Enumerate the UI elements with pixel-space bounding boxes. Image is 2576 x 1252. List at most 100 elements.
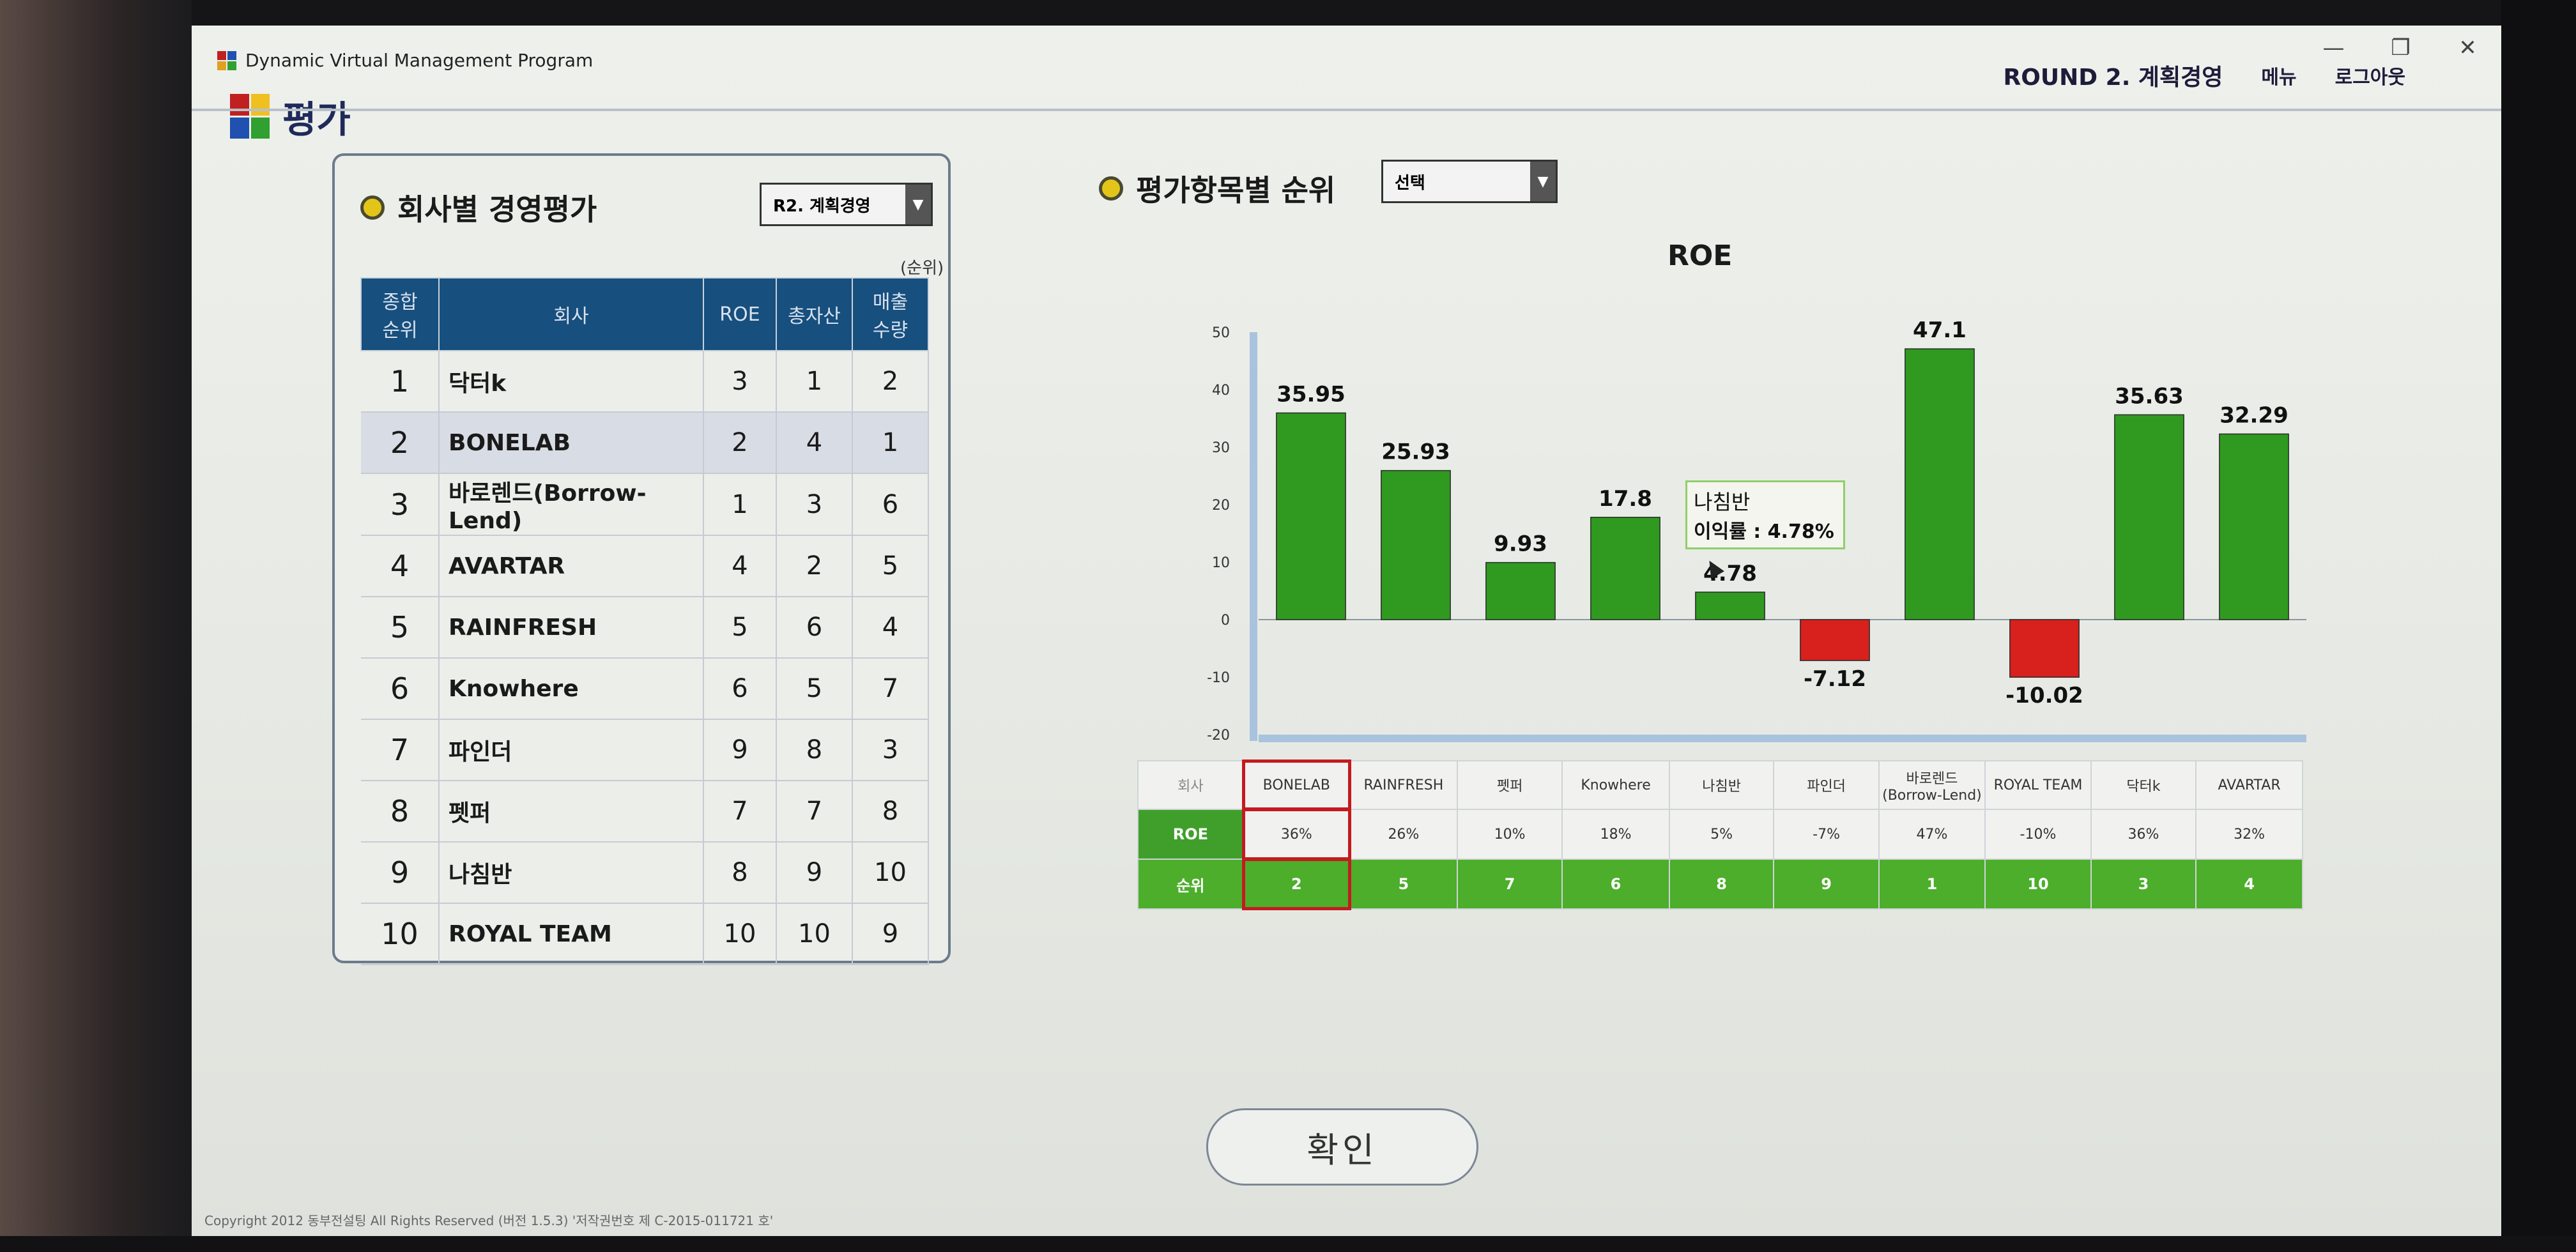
logout-link[interactable]: 로그아웃: [2335, 61, 2405, 89]
summary-roe-cell: -10%: [1984, 809, 2092, 860]
summary-roe-cell: -7%: [1773, 809, 1880, 860]
bar-value-label: -7.12: [1804, 666, 1866, 692]
summary-company-cell: 나침반: [1668, 760, 1775, 810]
bar: [1590, 517, 1660, 620]
roe-cell: 10: [703, 903, 777, 965]
x-axis-strip: [1259, 735, 2306, 742]
roe-cell: 4: [703, 535, 777, 597]
assets-cell: 1: [776, 351, 853, 413]
chart-title: ROE: [1667, 240, 1733, 272]
confirm-button[interactable]: 확인: [1206, 1108, 1478, 1186]
bar: [2009, 619, 2080, 678]
round-select[interactable]: R2. 계획경영 ▼: [760, 183, 933, 226]
table-row: 6 Knowhere 6 5 7: [361, 658, 929, 720]
summary-company-cell: RAINFRESH: [1349, 760, 1458, 810]
bar: [1381, 470, 1451, 620]
summary-rank-cell: 2: [1241, 858, 1351, 910]
company-cell: 바로렌드(Borrow-Lend): [439, 473, 704, 536]
rank-cell: 3: [361, 473, 440, 536]
bullet-icon: [360, 195, 385, 220]
company-evaluation-label: 회사별 경영평가: [397, 192, 597, 227]
summary-rank-cell: 6: [1561, 859, 1670, 910]
summary-roe-cell: 18%: [1561, 809, 1670, 860]
chevron-down-icon: ▼: [905, 185, 931, 224]
y-tick-label: -10: [1207, 670, 1230, 686]
roe-cell: 2: [703, 412, 777, 474]
table-row: 4 AVARTAR 4 2 5: [361, 535, 929, 597]
summary-rank-cell: 10: [1984, 859, 2092, 910]
assets-cell: 8: [776, 719, 853, 781]
header-roe: ROE: [703, 277, 777, 351]
bar: [1800, 619, 1870, 661]
sales-cell: 3: [852, 719, 929, 781]
page-title: 평가: [282, 98, 351, 141]
bezel-top: [0, 0, 2576, 26]
bar: [1905, 348, 1975, 620]
bar-value-label: 9.93: [1494, 531, 1547, 557]
company-cell: RAINFRESH: [439, 597, 704, 659]
summary-rank-cell: 1: [1878, 859, 1986, 910]
y-axis-strip: [1250, 332, 1257, 741]
summary-company-cell: ROYAL TEAM: [1984, 760, 2092, 810]
bezel-bottom: [0, 1236, 2576, 1252]
roe-cell: 9: [703, 719, 777, 781]
bar: [1276, 412, 1346, 620]
rank-cell: 9: [361, 842, 440, 904]
item-select[interactable]: 선택 ▼: [1381, 160, 1558, 203]
company-evaluation-panel: 회사별 경영평가 R2. 계획경영 ▼ (순위) 종합 순위 회사 ROE 총자…: [332, 153, 951, 965]
summary-company-cell: AVARTAR: [2195, 760, 2303, 810]
sales-cell: 6: [852, 473, 929, 536]
y-tick-label: 20: [1212, 498, 1230, 514]
close-icon[interactable]: ✕: [2434, 26, 2501, 70]
bar: [1485, 561, 1556, 620]
titlebar: Dynamic Virtual Management Program: [217, 50, 593, 71]
table-row: 3 바로렌드(Borrow-Lend) 1 3 6: [361, 473, 929, 536]
roe-cell: 8: [703, 842, 777, 904]
company-evaluation-title: 회사별 경영평가: [360, 187, 597, 229]
bar-value-label: -10.02: [2005, 683, 2083, 708]
summary-roe-cell: 26%: [1349, 809, 1458, 860]
summary-roe-cell: 32%: [2195, 809, 2303, 860]
assets-cell: 2: [776, 535, 853, 597]
y-tick-label: 50: [1212, 325, 1230, 341]
bezel-right: [2501, 0, 2576, 1252]
company-cell: AVARTAR: [439, 535, 704, 597]
rank-cell: 10: [361, 903, 440, 965]
company-cell: Knowhere: [439, 658, 704, 720]
dvmp-logo-icon: [230, 94, 270, 139]
roe-summary-table: 회사 BONELAB RAINFRESH 펫퍼 Knowhere 나침반 파인더 바로렌드 …: [1137, 760, 2303, 910]
company-cell: 파인더: [439, 719, 704, 781]
summary-rank-cell: 9: [1773, 859, 1880, 910]
roe-cell: 7: [703, 781, 777, 843]
assets-cell: 5: [776, 658, 853, 720]
assets-cell: 9: [776, 842, 853, 904]
summary-rank-cell: 3: [2090, 859, 2197, 910]
bar-value-label: 17.8: [1598, 486, 1652, 512]
y-tick-label: 30: [1212, 440, 1230, 456]
summary-corner: 회사: [1137, 760, 1244, 810]
footer-copyright: Copyright 2012 동부전설팅 All Rights Reserved…: [204, 1213, 774, 1228]
header-company: 회사: [438, 277, 704, 351]
sales-cell: 8: [852, 781, 929, 843]
rank-cell: 2: [361, 412, 440, 474]
app-logo-icon: [217, 50, 236, 70]
assets-cell: 7: [776, 781, 853, 843]
chart-tooltip: 나침반 이익률 : 4.78%: [1685, 480, 1845, 549]
summary-roe-label: ROE: [1137, 809, 1244, 860]
bar-value-label: 35.95: [1276, 381, 1346, 407]
round-select-value: R2. 계획경영: [773, 196, 871, 216]
round-label: ROUND 2. 계획경영: [2003, 65, 2223, 91]
item-ranking-title: 평가항목별 순위: [1099, 167, 1335, 210]
bar: [2114, 414, 2184, 620]
assets-cell: 4: [776, 412, 853, 474]
summary-company-cell: 바로렌드 (Borrow-Lend): [1878, 760, 1986, 810]
app-window: — ❐ ✕ Dynamic Virtual Management Program…: [192, 26, 2501, 1236]
company-cell: 펫퍼: [439, 781, 704, 843]
sales-cell: 4: [852, 597, 929, 659]
item-select-value: 선택: [1395, 173, 1425, 193]
sales-cell: 1: [852, 412, 929, 474]
table-row: 5 RAINFRESH 5 6 4: [361, 597, 929, 659]
company-cell: BONELAB: [439, 412, 704, 474]
menu-link[interactable]: 메뉴: [2261, 61, 2296, 89]
assets-cell: 6: [776, 597, 853, 659]
